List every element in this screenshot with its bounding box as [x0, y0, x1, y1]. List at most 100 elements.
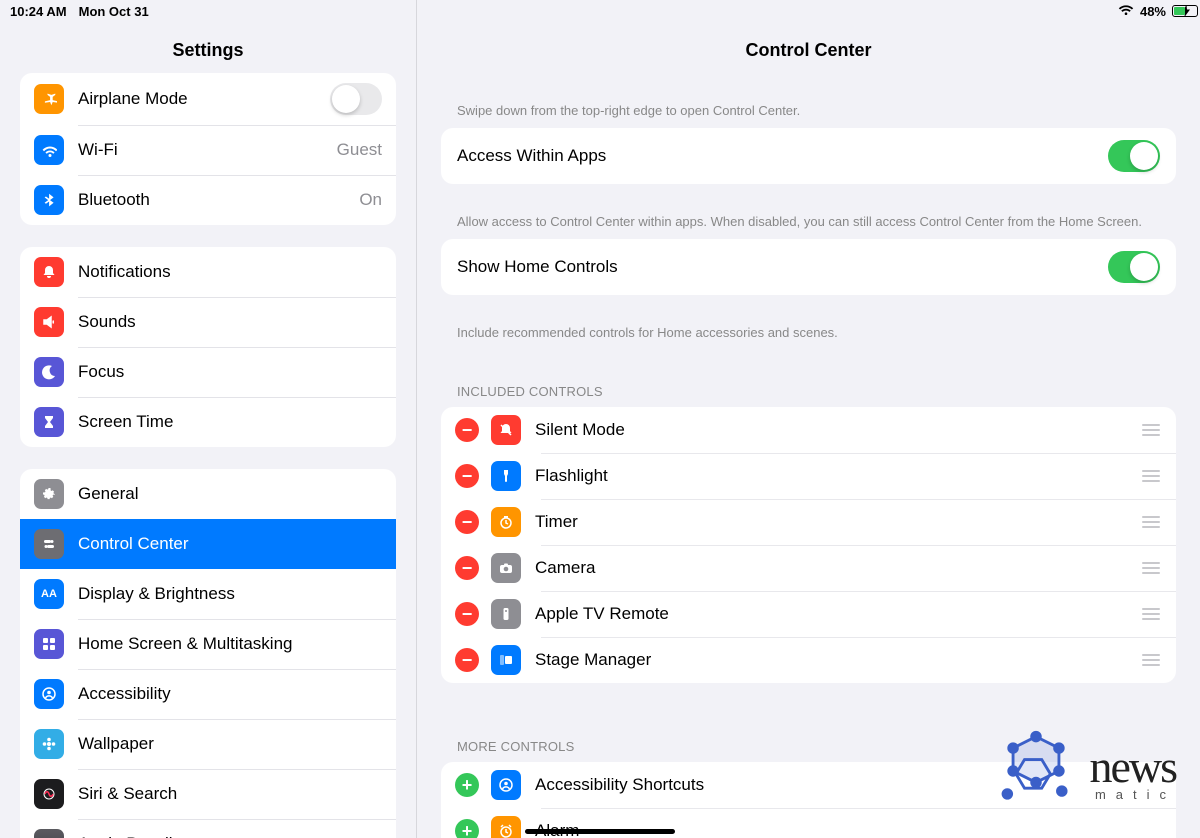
control-center-panel: Control Center Swipe down from the top-r… [417, 0, 1200, 838]
gear-icon [34, 479, 64, 509]
drag-handle-icon[interactable] [1140, 654, 1162, 666]
add-button[interactable]: + [455, 773, 479, 797]
person-icon [491, 770, 521, 800]
control-label: Flashlight [535, 466, 1140, 486]
sidebar-item-label: Apple Pencil [78, 834, 382, 838]
airplane-icon [34, 84, 64, 114]
battery-icon [1172, 5, 1190, 17]
sidebar-item-label: Siri & Search [78, 784, 382, 804]
control-label: Stage Manager [535, 650, 1140, 670]
grid-icon [34, 629, 64, 659]
remove-button[interactable]: − [455, 418, 479, 442]
control-label: Silent Mode [535, 420, 1140, 440]
remove-button[interactable]: − [455, 648, 479, 672]
flashlight-icon [491, 461, 521, 491]
toggle-label: Show Home Controls [457, 257, 1108, 277]
timer-icon [491, 507, 521, 537]
control-row-stage-manager[interactable]: − Stage Manager [441, 637, 1176, 683]
access-within-apps-toggle[interactable] [1108, 140, 1160, 172]
moon-icon [34, 357, 64, 387]
wifi-icon [1118, 4, 1134, 19]
remove-button[interactable]: − [455, 510, 479, 534]
sidebar-item-apple-pencil[interactable]: Apple Pencil [20, 819, 396, 838]
bell-icon [34, 257, 64, 287]
sidebar-item-label: Control Center [78, 534, 382, 554]
drag-handle-icon[interactable] [1140, 562, 1162, 574]
drag-handle-icon[interactable] [1140, 470, 1162, 482]
show-home-controls-toggle[interactable] [1108, 251, 1160, 283]
home-indicator [525, 829, 675, 834]
person-icon [34, 679, 64, 709]
control-label: Camera [535, 558, 1140, 578]
sidebar-item-label: General [78, 484, 382, 504]
control-row-apple-tv-remote[interactable]: − Apple TV Remote [441, 591, 1176, 637]
control-label: Accessibility Shortcuts [535, 775, 1162, 795]
sidebar-item-label: Screen Time [78, 412, 382, 432]
sidebar-item-label: Sounds [78, 312, 382, 332]
home-controls-footer: Include recommended controls for Home ac… [441, 317, 1176, 350]
sidebar-item-label: Accessibility [78, 684, 382, 704]
control-label: Apple TV Remote [535, 604, 1140, 624]
more-header: MORE CONTROLS [441, 705, 1176, 762]
drag-handle-icon[interactable] [1140, 424, 1162, 436]
main-title: Control Center [417, 22, 1200, 73]
access-within-apps-row[interactable]: Access Within Apps [441, 128, 1176, 184]
remote-icon [491, 599, 521, 629]
bell-slash-icon [491, 415, 521, 445]
pencil-icon [34, 829, 64, 838]
drag-handle-icon[interactable] [1140, 516, 1162, 528]
control-row-silent-mode[interactable]: − Silent Mode [441, 407, 1176, 453]
sidebar-item-wallpaper[interactable]: Wallpaper [20, 719, 396, 769]
access-footer: Allow access to Control Center within ap… [441, 206, 1176, 239]
sidebar-item-wi-fi[interactable]: Wi-FiGuest [20, 125, 396, 175]
remove-button[interactable]: − [455, 464, 479, 488]
sidebar-item-label: Airplane Mode [78, 89, 330, 109]
show-home-controls-row[interactable]: Show Home Controls [441, 239, 1176, 295]
stage-icon [491, 645, 521, 675]
hourglass-icon [34, 407, 64, 437]
toggle-label: Access Within Apps [457, 146, 1108, 166]
alarm-icon [491, 816, 521, 838]
sidebar-item-screen-time[interactable]: Screen Time [20, 397, 396, 447]
sidebar-item-label: Wallpaper [78, 734, 382, 754]
sidebar-title: Settings [0, 22, 416, 73]
sidebar-item-home-screen-multitasking[interactable]: Home Screen & Multitasking [20, 619, 396, 669]
sidebar-item-focus[interactable]: Focus [20, 347, 396, 397]
sidebar-item-label: Bluetooth [78, 190, 359, 210]
sidebar-item-notifications[interactable]: Notifications [20, 247, 396, 297]
control-row-accessibility-shortcuts[interactable]: + Accessibility Shortcuts [441, 762, 1176, 808]
sidebar-item-value: Guest [337, 140, 382, 160]
settings-sidebar: Settings Airplane ModeWi-FiGuestBluetoot… [0, 0, 417, 838]
control-label: Timer [535, 512, 1140, 532]
airplane-mode-toggle[interactable] [330, 83, 382, 115]
sidebar-item-label: Display & Brightness [78, 584, 382, 604]
sidebar-item-accessibility[interactable]: Accessibility [20, 669, 396, 719]
battery-pct: 48% [1140, 4, 1166, 19]
siri-icon [34, 779, 64, 809]
control-row-camera[interactable]: − Camera [441, 545, 1176, 591]
status-bar: 10:24 AM Mon Oct 31 48% [0, 0, 1200, 22]
sidebar-item-control-center[interactable]: Control Center [20, 519, 396, 569]
sidebar-item-airplane-mode[interactable]: Airplane Mode [20, 73, 396, 125]
control-row-timer[interactable]: − Timer [441, 499, 1176, 545]
status-date: Mon Oct 31 [79, 4, 149, 19]
camera-icon [491, 553, 521, 583]
control-row-flashlight[interactable]: − Flashlight [441, 453, 1176, 499]
sidebar-item-siri-search[interactable]: Siri & Search [20, 769, 396, 819]
sidebar-item-sounds[interactable]: Sounds [20, 297, 396, 347]
drag-handle-icon[interactable] [1140, 608, 1162, 620]
AA-icon: AA [34, 579, 64, 609]
flower-icon [34, 729, 64, 759]
sidebar-item-label: Notifications [78, 262, 382, 282]
sidebar-item-general[interactable]: General [20, 469, 396, 519]
add-button[interactable]: + [455, 819, 479, 838]
status-time: 10:24 AM [10, 4, 67, 19]
remove-button[interactable]: − [455, 556, 479, 580]
sidebar-item-value: On [359, 190, 382, 210]
sidebar-item-display-brightness[interactable]: AA Display & Brightness [20, 569, 396, 619]
sidebar-item-label: Home Screen & Multitasking [78, 634, 382, 654]
remove-button[interactable]: − [455, 602, 479, 626]
sidebar-item-label: Focus [78, 362, 382, 382]
intro-text: Swipe down from the top-right edge to op… [441, 73, 1176, 128]
sidebar-item-bluetooth[interactable]: BluetoothOn [20, 175, 396, 225]
